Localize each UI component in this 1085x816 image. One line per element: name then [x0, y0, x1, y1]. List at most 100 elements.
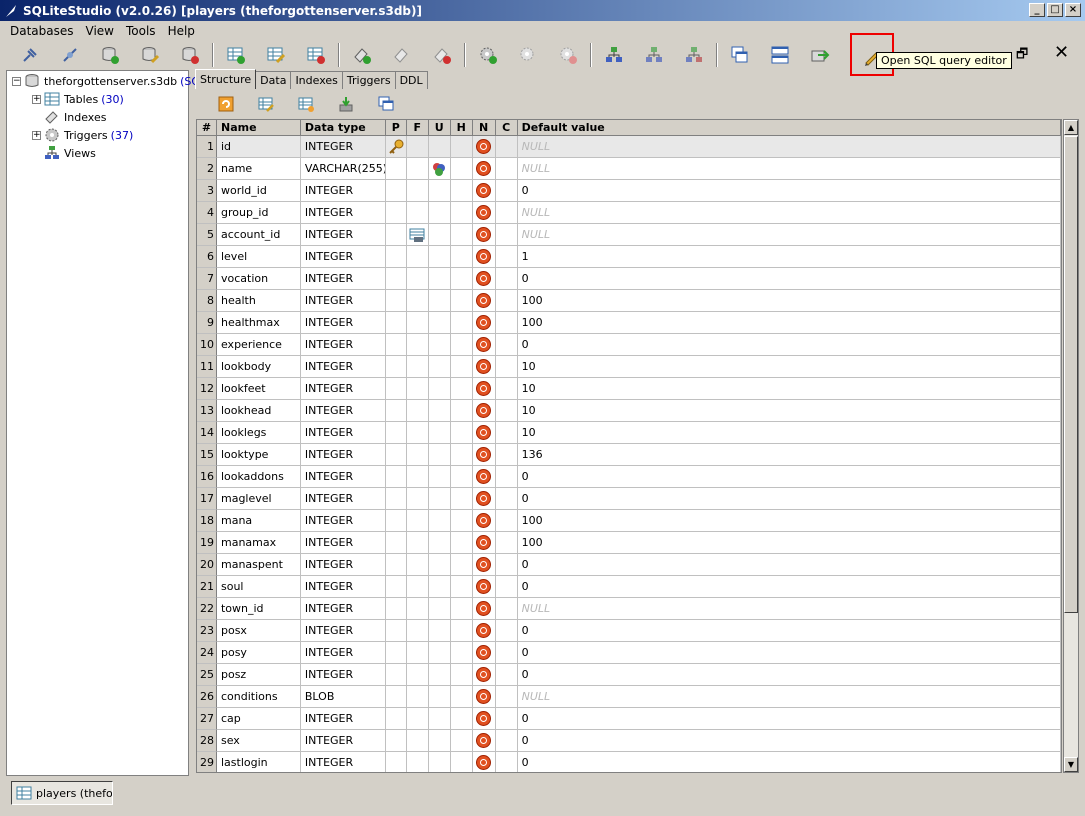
foreign-key-cell[interactable]	[406, 488, 429, 510]
check-cell[interactable]	[450, 708, 473, 730]
not-null-cell[interactable]	[472, 620, 496, 642]
foreign-key-cell[interactable]	[406, 554, 429, 576]
data-type-cell[interactable]: INTEGER	[300, 576, 386, 598]
default-value-cell[interactable]: 10	[517, 378, 1061, 400]
default-value-cell[interactable]: 0	[517, 554, 1061, 576]
collate-cell[interactable]	[495, 620, 518, 642]
column-name-cell[interactable]: lastlogin	[217, 752, 301, 772]
default-value-cell[interactable]: NULL	[517, 598, 1061, 620]
not-null-cell[interactable]	[472, 158, 496, 180]
header-not-null[interactable]: N	[472, 120, 496, 136]
not-null-cell[interactable]	[472, 554, 496, 576]
data-type-cell[interactable]: INTEGER	[300, 642, 386, 664]
not-null-cell[interactable]	[472, 488, 496, 510]
data-type-cell[interactable]: INTEGER	[300, 224, 386, 246]
check-cell[interactable]	[450, 312, 473, 334]
default-value-cell[interactable]: 0	[517, 576, 1061, 598]
collate-cell[interactable]	[495, 576, 518, 598]
expand-icon[interactable]: +	[32, 130, 41, 140]
unique-cell[interactable]	[429, 752, 451, 772]
refresh-structure-button[interactable]	[216, 94, 236, 114]
new-index-button[interactable]	[346, 41, 378, 69]
not-null-cell[interactable]	[472, 576, 496, 598]
new-trigger-button[interactable]	[472, 41, 504, 69]
table-row[interactable]: 27 cap INTEGER 0	[197, 708, 1061, 730]
new-view-button[interactable]	[598, 41, 630, 69]
menu-tools[interactable]: Tools	[120, 24, 162, 38]
column-name-cell[interactable]: soul	[216, 576, 301, 598]
primary-key-cell[interactable]	[385, 202, 407, 224]
header-number[interactable]: #	[197, 120, 217, 136]
unique-cell[interactable]	[428, 158, 451, 180]
foreign-key-cell[interactable]	[406, 180, 429, 202]
column-name-cell[interactable]: lookhead	[216, 400, 301, 422]
unique-cell[interactable]	[428, 466, 451, 488]
check-cell[interactable]	[451, 752, 473, 772]
drop-index-button[interactable]	[426, 41, 458, 69]
not-null-cell[interactable]	[472, 422, 496, 444]
collate-cell[interactable]	[495, 554, 518, 576]
default-value-cell[interactable]: 0	[517, 708, 1061, 730]
data-type-cell[interactable]: INTEGER	[300, 532, 386, 554]
not-null-cell[interactable]	[472, 290, 496, 312]
header-default-value[interactable]: Default value	[517, 120, 1061, 136]
not-null-cell[interactable]	[472, 598, 496, 620]
table-row[interactable]: 12 lookfeet INTEGER 10	[197, 378, 1061, 400]
check-cell[interactable]	[450, 268, 473, 290]
data-type-cell[interactable]: INTEGER	[300, 268, 386, 290]
check-cell[interactable]	[450, 422, 473, 444]
data-type-cell[interactable]: INTEGER	[300, 334, 386, 356]
expand-icon[interactable]: +	[32, 94, 41, 104]
column-name-cell[interactable]: world_id	[216, 180, 301, 202]
data-type-cell[interactable]: INTEGER	[300, 422, 386, 444]
edit-table-structure-button[interactable]	[256, 94, 276, 114]
collate-cell[interactable]	[495, 378, 518, 400]
check-cell[interactable]	[450, 136, 473, 158]
unique-cell[interactable]	[428, 554, 451, 576]
foreign-key-cell[interactable]	[406, 290, 429, 312]
column-name-cell[interactable]: level	[216, 246, 301, 268]
table-row[interactable]: 20 manaspent INTEGER 0	[197, 554, 1061, 576]
grid-vertical-scrollbar[interactable]: ▲ ▼	[1063, 119, 1079, 773]
primary-key-cell[interactable]	[385, 378, 407, 400]
unique-cell[interactable]	[428, 598, 451, 620]
primary-key-cell[interactable]	[385, 598, 407, 620]
foreign-key-cell[interactable]	[406, 246, 429, 268]
default-value-cell[interactable]: 10	[517, 356, 1061, 378]
foreign-key-cell[interactable]	[406, 202, 429, 224]
not-null-cell[interactable]	[472, 224, 496, 246]
unique-cell[interactable]	[428, 664, 451, 686]
collate-cell[interactable]	[495, 444, 518, 466]
drop-table-button[interactable]	[300, 41, 332, 69]
foreign-key-cell[interactable]	[406, 400, 429, 422]
not-null-cell[interactable]	[472, 356, 496, 378]
default-value-cell[interactable]: 0	[517, 642, 1061, 664]
table-row[interactable]: 8 health INTEGER 100	[197, 290, 1061, 312]
foreign-key-cell[interactable]	[406, 444, 429, 466]
check-cell[interactable]	[450, 290, 473, 312]
not-null-cell[interactable]	[472, 246, 496, 268]
not-null-cell[interactable]	[472, 268, 496, 290]
table-row[interactable]: 9 healthmax INTEGER 100	[197, 312, 1061, 334]
not-null-cell[interactable]	[472, 708, 496, 730]
drop-view-button[interactable]	[678, 41, 710, 69]
tab-ddl[interactable]: DDL	[394, 71, 428, 89]
primary-key-cell[interactable]	[385, 730, 407, 752]
data-type-cell[interactable]: INTEGER	[300, 554, 386, 576]
table-row[interactable]: 19 manamax INTEGER 100	[197, 532, 1061, 554]
unique-cell[interactable]	[428, 532, 451, 554]
primary-key-cell[interactable]	[385, 466, 407, 488]
unique-cell[interactable]	[428, 620, 451, 642]
column-name-cell[interactable]: lookbody	[216, 356, 301, 378]
column-name-cell[interactable]: posx	[216, 620, 301, 642]
collate-cell[interactable]	[495, 202, 518, 224]
table-row[interactable]: 6 level INTEGER 1	[197, 246, 1061, 268]
data-type-cell[interactable]: BLOB	[300, 686, 386, 708]
edit-index-button[interactable]	[386, 41, 418, 69]
unique-cell[interactable]	[428, 576, 451, 598]
table-row[interactable]: 24 posy INTEGER 0	[197, 642, 1061, 664]
table-row[interactable]: 26 conditions BLOB NULL	[197, 686, 1061, 708]
primary-key-cell[interactable]	[385, 224, 407, 246]
default-value-cell[interactable]: NULL	[517, 224, 1061, 246]
unique-cell[interactable]	[428, 290, 451, 312]
